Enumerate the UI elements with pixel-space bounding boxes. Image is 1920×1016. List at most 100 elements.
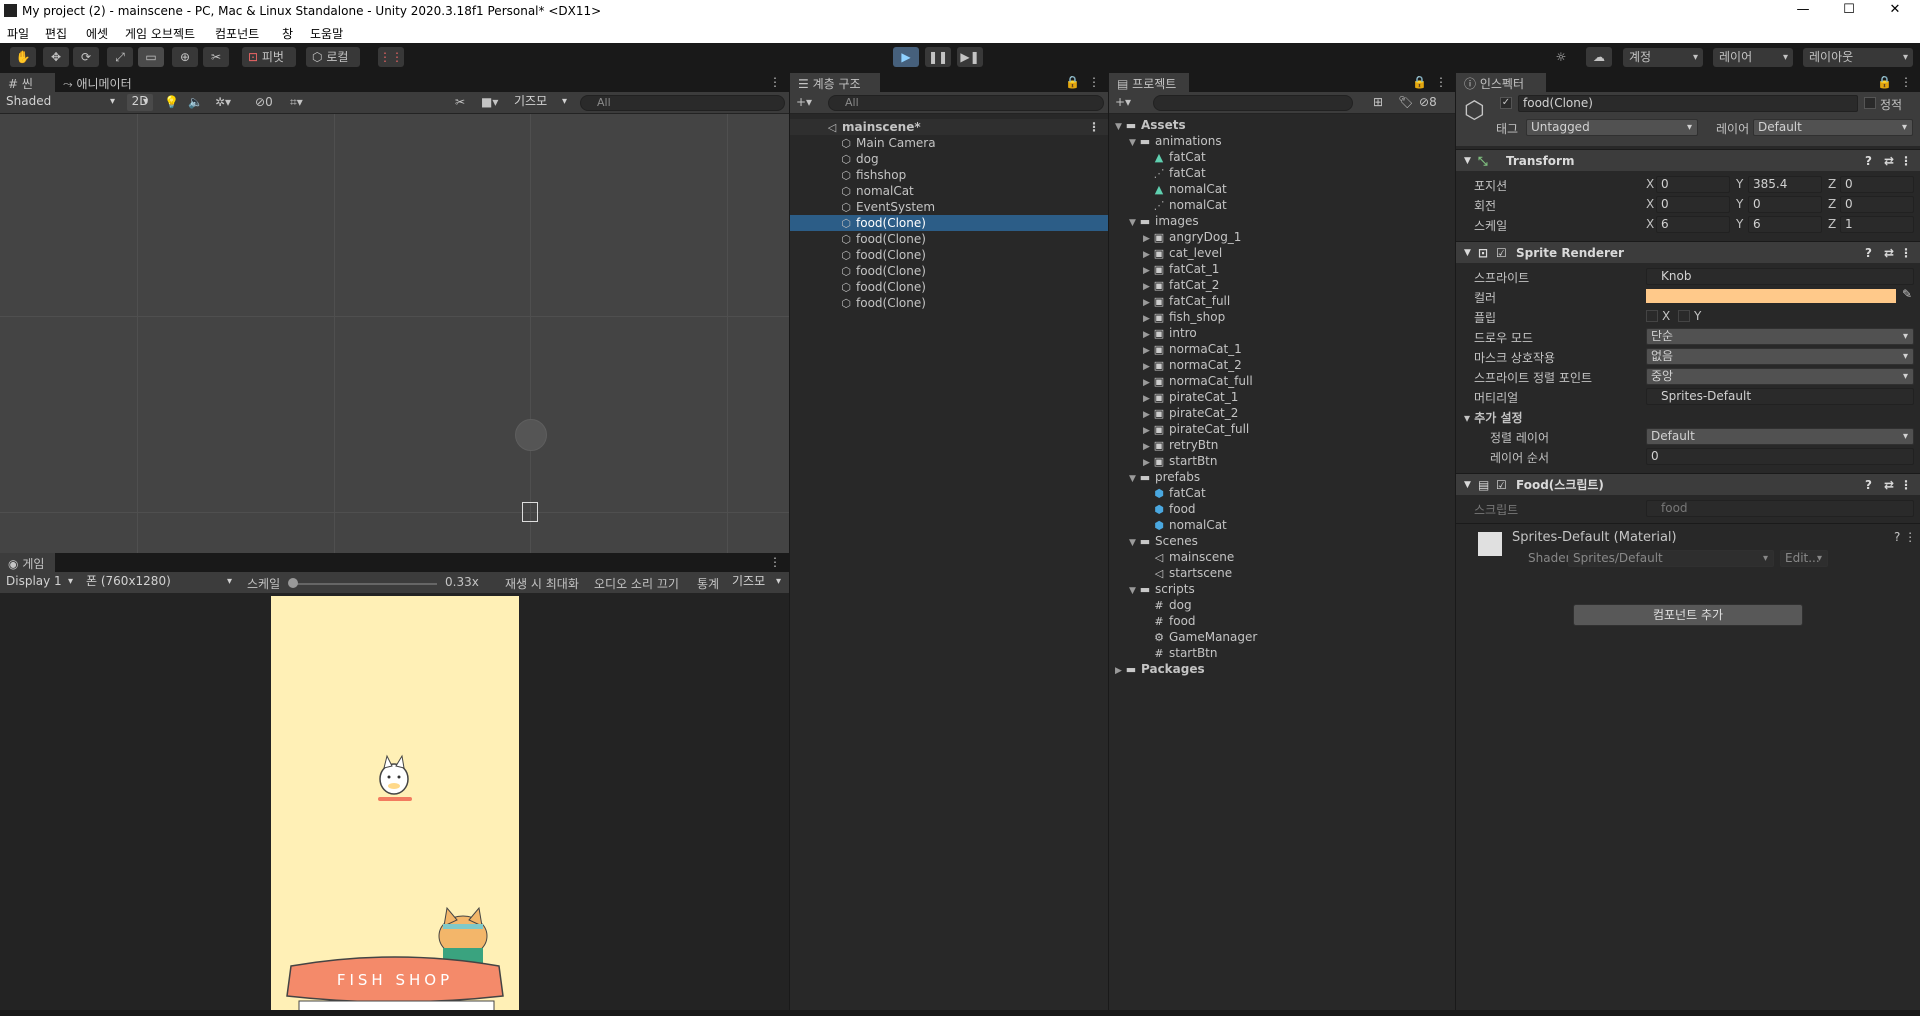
project-item[interactable]: ▼ ▬ images (1109, 213, 1455, 229)
material-menu-icon[interactable]: ? ⋮ (1894, 530, 1916, 544)
2d-toggle[interactable]: 2D (127, 94, 153, 111)
project-lock-icon[interactable]: 🔒 (1412, 75, 1427, 89)
collab-icon[interactable]: ☼ (1548, 47, 1574, 67)
layout-dropdown[interactable]: 레이아웃 (1803, 48, 1913, 67)
tab-animator[interactable]: ⤳ 애니메이터 (55, 73, 145, 92)
tab-hierarchy[interactable]: ☰ 계층 구조 (790, 73, 880, 92)
scene-row-menu-icon[interactable]: ⋮ (1088, 119, 1100, 135)
hierarchy-item[interactable]: ⬡ food(Clone) (790, 231, 1108, 247)
project-item[interactable]: # dog (1109, 597, 1455, 613)
transform-tool-icon[interactable]: ⊕ (172, 47, 198, 67)
order-in-layer-field[interactable]: 0 (1646, 448, 1914, 465)
hand-tool-icon[interactable]: ✋ (10, 47, 36, 67)
layer-dropdown[interactable]: Default (1753, 119, 1913, 136)
selection-rect-handle[interactable] (522, 502, 538, 522)
hierarchy-item[interactable]: ⬡ Main Camera (790, 135, 1108, 151)
menu-help[interactable]: 도움말 (310, 25, 343, 42)
project-item[interactable]: ▶ ▣ pirateCat_full (1109, 421, 1455, 437)
scene-gizmos-dropdown[interactable]: 기즈모 (510, 94, 572, 111)
project-item[interactable]: ◁ mainscene (1109, 549, 1455, 565)
flip-x-checkbox[interactable] (1646, 310, 1658, 322)
hidden-packages-icon[interactable]: ⊘8 (1419, 95, 1437, 109)
scale-slider-thumb[interactable] (288, 578, 298, 588)
sort-point-dropdown[interactable]: 중앙 (1646, 368, 1914, 385)
transform-header[interactable]: ▼ ⤡ Transform? ⇄ ⋮ (1456, 149, 1920, 171)
rotation-x-field[interactable]: 0 (1656, 196, 1730, 213)
tab-game[interactable]: ◉ 게임 (0, 553, 55, 572)
hierarchy-item[interactable]: ⬡ food(Clone) (790, 247, 1108, 263)
project-create-button[interactable]: +▾ (1115, 95, 1131, 109)
transform-fold-icon[interactable]: ▼ (1464, 150, 1471, 172)
static-checkbox[interactable] (1864, 97, 1876, 109)
project-item[interactable]: ▲ fatCat (1109, 149, 1455, 165)
camera-icon[interactable]: ■▾ (481, 95, 498, 109)
project-item[interactable]: ▼ ▬ scripts (1109, 581, 1455, 597)
help-icon[interactable]: ? (1865, 150, 1872, 172)
scale-z-field[interactable]: 1 (1840, 216, 1914, 233)
color-swatch[interactable] (1646, 289, 1896, 303)
project-item[interactable]: ⚙ GameManager (1109, 629, 1455, 645)
rotation-z-field[interactable]: 0 (1840, 196, 1914, 213)
project-item[interactable]: ▶ ▣ pirateCat_1 (1109, 389, 1455, 405)
game-viewport[interactable]: FISH SHOP (271, 596, 519, 1016)
custom-tool-icon[interactable]: ✂ (203, 47, 229, 67)
mask-interaction-dropdown[interactable]: 없음 (1646, 348, 1914, 365)
tab-scene[interactable]: # 씬 (0, 73, 55, 92)
food-script-enabled-checkbox[interactable]: ☑ (1496, 474, 1507, 496)
mute-audio-toggle[interactable]: 오디오 소리 끄기 (594, 575, 679, 592)
active-checkbox[interactable]: ✓ (1500, 97, 1512, 109)
menu-assets[interactable]: 에셋 (86, 25, 108, 42)
cloud-icon[interactable]: ☁ (1586, 47, 1612, 67)
object-name-field[interactable]: food(Clone) (1518, 95, 1858, 112)
preset-icon[interactable]: ⇄ (1884, 242, 1894, 264)
scene-viewport[interactable] (0, 114, 789, 553)
hierarchy-scene-row[interactable]: ◁ mainscene* ⋮ (790, 119, 1108, 135)
search-by-label-icon[interactable]: 🏷 (1398, 95, 1413, 109)
project-item[interactable]: ▶ ▣ fatCat_2 (1109, 277, 1455, 293)
menu-edit[interactable]: 편집 (45, 25, 67, 42)
project-item[interactable]: ⬢ food (1109, 501, 1455, 517)
local-toggle[interactable]: ⬡ 로컬 (306, 47, 360, 67)
project-item[interactable]: ▼ ▬ animations (1109, 133, 1455, 149)
hierarchy-lock-icon[interactable]: 🔒 (1065, 75, 1080, 89)
fold-arrow-icon[interactable]: ▶ (1115, 663, 1125, 679)
preset-icon[interactable]: ⇄ (1884, 474, 1894, 496)
rotate-tool-icon[interactable]: ⟳ (73, 47, 99, 67)
add-component-button[interactable]: 컴포넌트 추가 (1573, 604, 1803, 626)
project-item[interactable]: ▶ ▣ normaCat_1 (1109, 341, 1455, 357)
project-item[interactable]: ▶ ▣ intro (1109, 325, 1455, 341)
hierarchy-menu-icon[interactable]: ⋮ (1088, 75, 1100, 89)
hierarchy-item[interactable]: ⬡ dog (790, 151, 1108, 167)
menu-gameobject[interactable]: 게임 오브젝트 (125, 25, 195, 42)
scene-search-input[interactable]: All (580, 95, 785, 111)
food-script-fold-icon[interactable]: ▼ (1464, 474, 1471, 496)
sprite-renderer-fold-icon[interactable]: ▼ (1464, 242, 1471, 264)
sorting-layer-dropdown[interactable]: Default (1646, 428, 1914, 445)
project-item[interactable]: ▶ ▣ normaCat_2 (1109, 357, 1455, 373)
move-tool-icon[interactable]: ✥ (43, 47, 69, 67)
shading-dropdown[interactable]: Shaded (2, 94, 120, 111)
project-item[interactable]: ▶ ▬ Packages (1109, 661, 1455, 677)
scale-tool-icon[interactable]: ⤢ (107, 47, 133, 67)
material-field[interactable]: Sprites-Default (1646, 388, 1914, 405)
rect-tool-icon[interactable]: ▭ (138, 47, 164, 67)
component-menu-icon[interactable]: ⋮ (1900, 474, 1912, 496)
tag-dropdown[interactable]: Untagged (1526, 119, 1698, 136)
project-item[interactable]: ▶ ▣ normaCat_full (1109, 373, 1455, 389)
inspector-lock-icon[interactable]: 🔒 (1877, 75, 1892, 89)
project-item[interactable]: ▲ nomalCat (1109, 181, 1455, 197)
hierarchy-item[interactable]: ⬡ food(Clone) (790, 279, 1108, 295)
food-script-header[interactable]: ▼ ▤ ☑ Food(스크립트)? ⇄ ⋮ (1456, 473, 1920, 495)
flip-y-checkbox[interactable] (1678, 310, 1690, 322)
grid-icon[interactable]: ⌗▾ (290, 95, 303, 110)
project-item[interactable]: ▶ ▣ angryDog_1 (1109, 229, 1455, 245)
project-item[interactable]: ⬢ nomalCat (1109, 517, 1455, 533)
maximize-on-play-toggle[interactable]: 재생 시 최대화 (505, 575, 579, 592)
audio-icon[interactable]: 🔈 (188, 95, 203, 109)
draw-mode-dropdown[interactable]: 단순 (1646, 328, 1914, 345)
project-item[interactable]: ◁ startscene (1109, 565, 1455, 581)
menu-window[interactable]: 창 (282, 25, 293, 42)
lighting-icon[interactable]: 💡 (164, 95, 179, 109)
additional-settings-foldout[interactable]: ▾ 추가 설정 (1464, 409, 1523, 426)
hierarchy-item[interactable]: ⬡ food(Clone) (790, 263, 1108, 279)
